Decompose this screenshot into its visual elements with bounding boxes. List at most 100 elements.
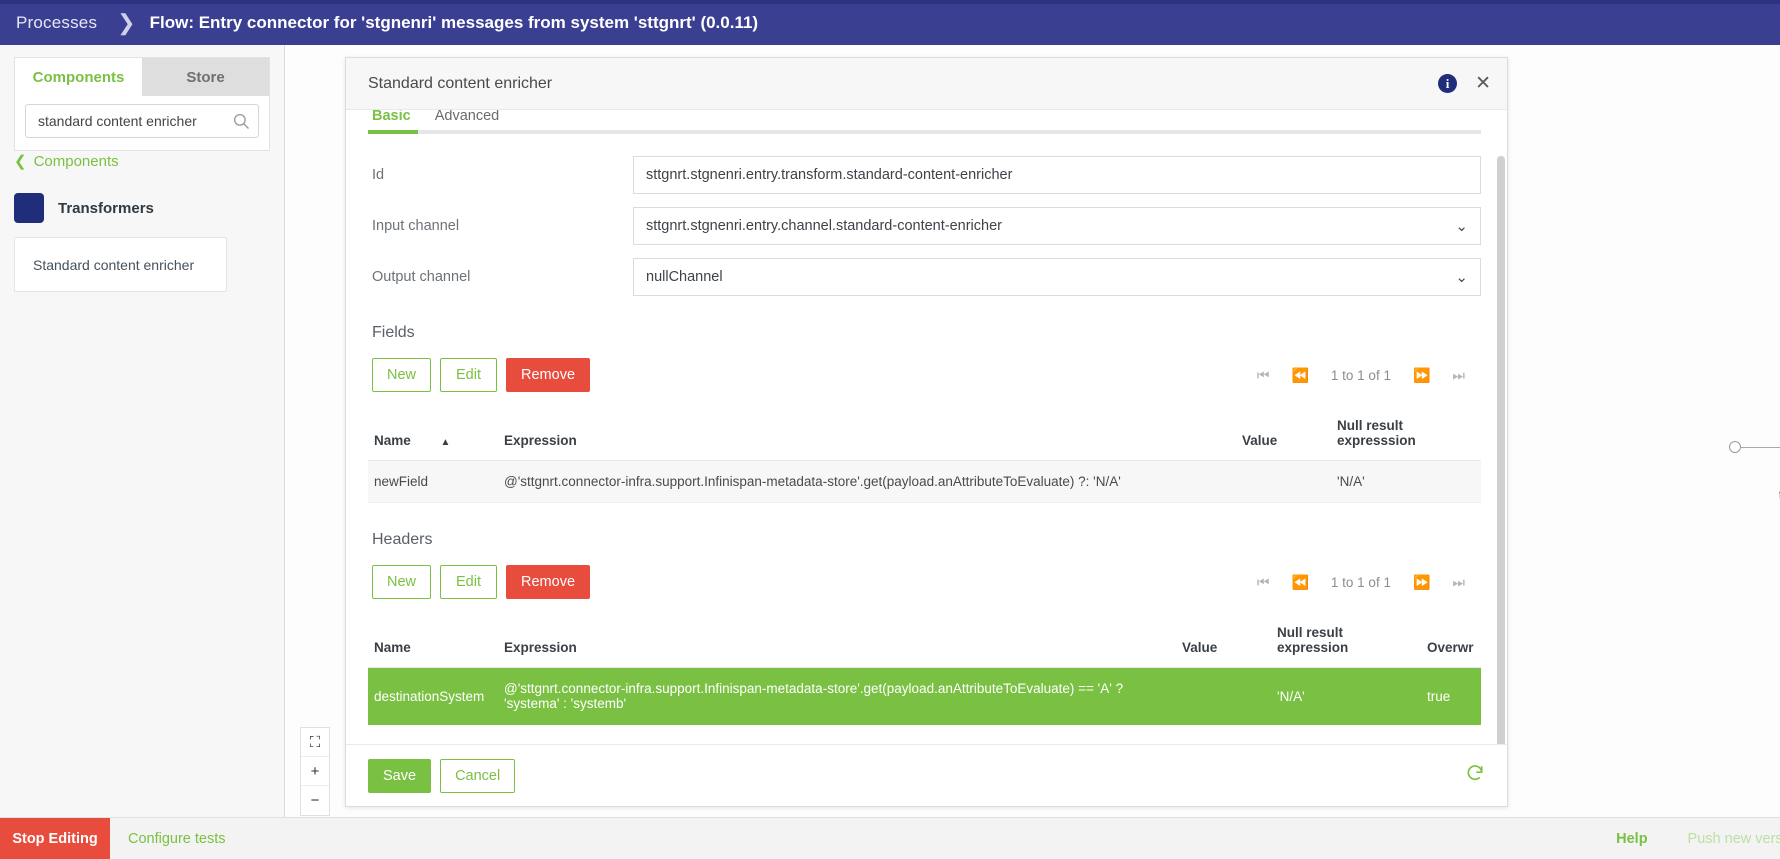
fields-col-expression[interactable]: Expression: [498, 410, 1236, 461]
close-icon[interactable]: ✕: [1475, 74, 1491, 93]
dialog-scrollbar-thumb[interactable]: [1497, 156, 1505, 744]
headers-cell-name: destinationSystem: [368, 668, 498, 725]
headers-new-button[interactable]: New: [372, 565, 431, 599]
pager-range-text: 1 to 1 of 1: [1331, 368, 1391, 383]
headers-header-row: Name Expression Value Null result expres…: [368, 617, 1481, 668]
dialog-scroll-area[interactable]: Basic Advanced Id sttgnrt.stgnenri.entry…: [346, 110, 1507, 744]
pager-first-icon[interactable]: ⏮: [1257, 368, 1270, 382]
cancel-button[interactable]: Cancel: [440, 759, 515, 793]
app-root: Processes ❯ Flow: Entry connector for 's…: [0, 0, 1780, 859]
headers-col-null-result[interactable]: Null result expression: [1271, 617, 1421, 668]
fields-col-null-result[interactable]: Null result expresssion: [1331, 410, 1481, 461]
headers-pagination: ⏮ ⏪ 1 to 1 of 1 ⏩ ⏭: [1257, 575, 1481, 590]
headers-col-name[interactable]: Name: [368, 617, 498, 668]
headers-cell-null-result: 'N/A': [1271, 668, 1421, 725]
dialog-scroll-inner: Basic Advanced Id sttgnrt.stgnenri.entry…: [346, 110, 1507, 725]
sidebar-search-wrap: [15, 96, 269, 150]
form-row-id: Id sttgnrt.stgnenri.entry.transform.stan…: [368, 156, 1481, 194]
dialog-form: Id sttgnrt.stgnenri.entry.transform.stan…: [368, 156, 1481, 296]
refresh-icon[interactable]: [1465, 763, 1485, 789]
fields-col-name[interactable]: Name ▲: [368, 410, 498, 461]
pager-prev-icon[interactable]: ⏪: [1291, 368, 1308, 382]
headers-cell-expression: @'sttgnrt.connector-infra.support.Infini…: [498, 668, 1176, 725]
pager-last-icon[interactable]: ⏭: [1452, 368, 1465, 382]
breadcrumb-separator-icon: ❯: [97, 10, 149, 36]
pager-next-icon[interactable]: ⏩: [1413, 368, 1430, 382]
fields-cell-expression: @'sttgnrt.connector-infra.support.Infini…: [498, 461, 1236, 503]
standard-content-enricher-dialog: Standard content enricher i ✕ Basic Adva…: [345, 57, 1508, 807]
back-link-label: Components: [34, 153, 119, 170]
headers-toolbar: New Edit Remove ⏮ ⏪ 1 to 1 of 1 ⏩ ⏭: [368, 565, 1481, 599]
fields-remove-button[interactable]: Remove: [506, 358, 590, 392]
table-row[interactable]: newField @'sttgnrt.connector-infra.suppo…: [368, 461, 1481, 503]
tab-store[interactable]: Store: [142, 58, 269, 96]
headers-section-title: Headers: [372, 531, 1481, 549]
pager-last-icon[interactable]: ⏭: [1452, 575, 1465, 589]
headers-col-value[interactable]: Value: [1176, 617, 1271, 668]
headers-edit-button[interactable]: Edit: [440, 565, 497, 599]
info-icon[interactable]: i: [1438, 74, 1457, 93]
fields-cell-null-result: 'N/A': [1331, 461, 1481, 503]
chevron-left-icon: ❮: [14, 154, 27, 169]
pager-first-icon[interactable]: ⏮: [1257, 575, 1270, 589]
save-button[interactable]: Save: [368, 759, 431, 793]
configure-tests-link[interactable]: Configure tests: [128, 831, 226, 847]
table-row[interactable]: destinationSystem @'sttgnrt.connector-in…: [368, 668, 1481, 725]
node-source-port-icon[interactable]: [1729, 441, 1741, 453]
form-row-input-channel: Input channel sttgnrt.stgnenri.entry.cha…: [368, 207, 1481, 245]
fields-table-head: Name ▲ Expression Value Null result expr…: [368, 410, 1481, 461]
zoom-in-icon[interactable]: +: [301, 757, 329, 786]
push-new-version-button[interactable]: Push new version: [1688, 831, 1780, 847]
headers-table: Name Expression Value Null result expres…: [368, 617, 1481, 725]
tab-advanced[interactable]: Advanced: [435, 110, 500, 126]
node-label: transform.standard-content-enricher: [1771, 488, 1780, 502]
select-output-channel[interactable]: nullChannel ⌄: [633, 258, 1481, 296]
input-id[interactable]: sttgnrt.stgnenri.entry.transform.standar…: [633, 156, 1481, 194]
chevron-down-icon[interactable]: ⌄: [1455, 217, 1468, 235]
fit-screen-icon[interactable]: ⛶: [301, 728, 329, 757]
back-to-components-link[interactable]: ❮ Components: [14, 153, 119, 170]
headers-col-overwrite[interactable]: Overwr: [1421, 617, 1481, 668]
select-input-channel[interactable]: sttgnrt.stgnenri.entry.channel.standard-…: [633, 207, 1481, 245]
search-icon[interactable]: [232, 112, 250, 130]
breadcrumb-processes[interactable]: Processes: [0, 13, 97, 33]
label-input-channel: Input channel: [368, 218, 633, 234]
search-input[interactable]: [36, 112, 232, 130]
dialog-header: Standard content enricher i ✕: [346, 58, 1507, 110]
transformers-swatch-icon: [14, 193, 44, 223]
pager-next-icon[interactable]: ⏩: [1413, 575, 1430, 589]
fields-header-row: Name ▲ Expression Value Null result expr…: [368, 410, 1481, 461]
node-connector-line: [1741, 447, 1780, 449]
headers-col-expression[interactable]: Expression: [498, 617, 1176, 668]
group-label: Transformers: [58, 200, 154, 217]
headers-table-body: destinationSystem @'sttgnrt.connector-in…: [368, 668, 1481, 725]
fields-edit-button[interactable]: Edit: [440, 358, 497, 392]
headers-table-head: Name Expression Value Null result expres…: [368, 617, 1481, 668]
fields-cell-name: newField: [368, 461, 498, 503]
stop-editing-button[interactable]: Stop Editing: [0, 818, 110, 859]
topbar-accent-strip: [0, 0, 1780, 4]
tab-components[interactable]: Components: [15, 58, 142, 96]
dialog-scrollbar[interactable]: [1497, 156, 1505, 744]
search-box[interactable]: [25, 104, 259, 138]
tab-basic[interactable]: Basic: [372, 110, 411, 126]
dialog-title: Standard content enricher: [368, 75, 1438, 93]
fields-col-value[interactable]: Value: [1236, 410, 1331, 461]
component-item-standard-content-enricher[interactable]: Standard content enricher: [14, 237, 227, 292]
zoom-out-icon[interactable]: −: [301, 786, 329, 815]
headers-remove-button[interactable]: Remove: [506, 565, 590, 599]
sidebar-tabrow: Components Store: [15, 58, 269, 96]
form-row-output-channel: Output channel nullChannel ⌄: [368, 258, 1481, 296]
pager-prev-icon[interactable]: ⏪: [1291, 575, 1308, 589]
page-title: Flow: Entry connector for 'stgnenri' mes…: [150, 13, 758, 33]
fields-table-body: newField @'sttgnrt.connector-infra.suppo…: [368, 461, 1481, 503]
help-link[interactable]: Help: [1616, 831, 1647, 847]
label-output-channel: Output channel: [368, 269, 633, 285]
dialog-footer: Save Cancel: [346, 744, 1507, 806]
chevron-down-icon[interactable]: ⌄: [1455, 268, 1468, 286]
component-group-transformers[interactable]: Transformers: [14, 193, 154, 223]
dialog-tabs-underline: [368, 130, 1481, 134]
select-output-channel-value: nullChannel: [646, 269, 723, 285]
fields-new-button[interactable]: New: [372, 358, 431, 392]
bottom-bar-right: Help Push new version: [1616, 831, 1780, 847]
